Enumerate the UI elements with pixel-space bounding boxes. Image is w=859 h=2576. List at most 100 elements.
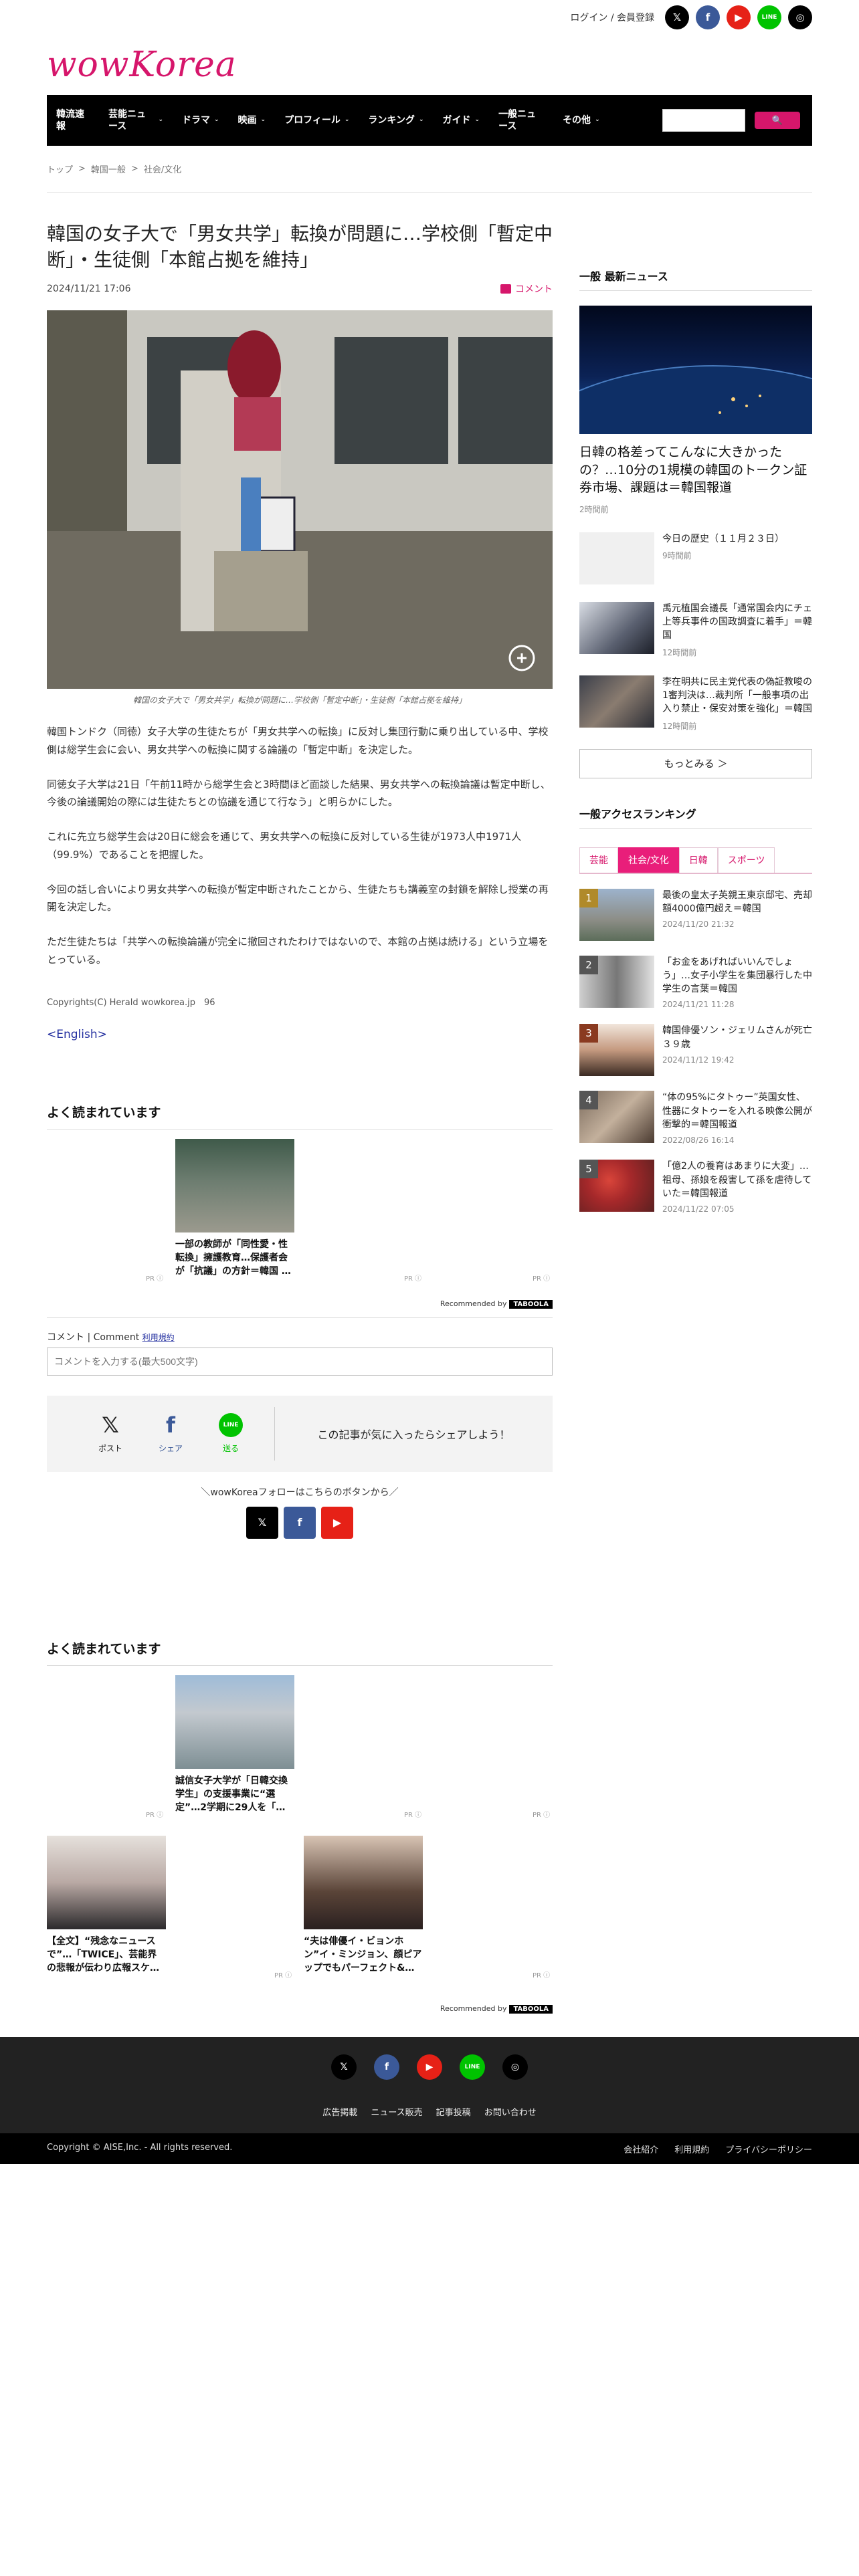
ranking-item[interactable]: 2 「お金をあげればいいんでしょう」…女子小学生を集団暴行した中学生の言葉＝韓国… [579,955,812,1009]
popular-card[interactable]: 【全文】“残念なニュースで”…「TWICE」、芸能界の悲報が伝わり広報スケ… [47,1835,166,1975]
breadcrumb-separator: > [78,164,86,174]
search-button[interactable]: 🔍 [755,112,800,129]
bottom-link-terms[interactable]: 利用規約 [674,2143,709,2155]
bottom-link-privacy[interactable]: プライバシーポリシー [725,2143,812,2155]
ranking-thumbnail: 2 [579,955,654,1008]
comment-icon [500,284,511,294]
popular-section-2: よく読まれています 誠信女子大学が「日韓交換学生」の支援事業に“選定”…2学期に… [47,1639,553,2014]
ranking-item[interactable]: 4 “体の95%にタトゥー”英国女性、性器にタトゥーを入れる映像公開が衝撃的＝韓… [579,1091,812,1145]
youtube-icon[interactable]: ▶ [417,2054,442,2080]
tab-japan-korea[interactable]: 日韓 [678,847,718,873]
nav-item-movie[interactable]: 映画 ⌄ [229,114,276,126]
tab-sports[interactable]: スポーツ [717,847,775,873]
share-x-button[interactable]: 𝕏 ポスト [94,1412,127,1454]
latest-news-item[interactable]: 禹元植国会議長「通常国会内にチェ上等兵事件の国政調査に着手」＝韓国 12時間前 [579,601,812,658]
ranking-item[interactable]: 1 最後の皇太子英親王東京邸宅、売却額4000億円超え＝韓国 2024/11/20… [579,888,812,941]
nav-item-general-news[interactable]: 一般ニュース [489,108,553,132]
latest-hero-image[interactable] [579,306,812,434]
tab-entertainment[interactable]: 芸能 [579,847,618,873]
nav-item-drama[interactable]: ドラマ ⌄ [173,114,229,126]
latest-news-item[interactable]: 今日の歴史（１１月２３日） 9時間前 [579,532,812,584]
comment-input[interactable] [47,1347,553,1376]
chevron-down-icon: ⌄ [344,116,350,124]
pr-label: PR ⓘ [533,1971,551,1979]
comment-section: コメント | Comment 利用規約 [47,1317,553,1376]
popular-card[interactable]: 誠信女子大学が「日韓交換学生」の支援事業に“選定”…2学期に29人を「… [175,1675,294,1815]
rank-number: 1 [579,888,598,907]
earth-night-illustration [579,365,812,434]
ranking-item[interactable]: 5 「億2人の養育はあまりに大変」…祖母、孫娘を殺害して孫を虐待していた＝韓国報… [579,1160,812,1214]
follow-facebook-button[interactable]: f [284,1506,316,1539]
more-button[interactable]: もっとみる ＞ [579,748,812,778]
popular-card[interactable]: 一部の教師が「同性愛・性転換」擁護教育…保護者会が「抗議」の方針＝韓国 … [175,1138,294,1279]
follow-youtube-button[interactable]: ▶ [321,1506,353,1539]
latest-news-heading: 一般 最新ニュース [579,267,812,291]
article-paragraph: 韓国トンドク（同徳）女子大学の生徒たちが「男女共学への転換」に反対し集団行動に乗… [47,726,549,756]
search-input[interactable] [662,109,745,132]
nav-item-ranking[interactable]: ランキング ⌄ [359,114,433,126]
article: 韓国の女子大で「男女共学」転換が問題に…学校側「暫定中断」・生徒側「本館占拠を維… [47,221,553,2014]
line-icon[interactable]: LINE [460,2054,485,2080]
follow-buttons: 𝕏 f ▶ [47,1506,553,1539]
popular-card-thumbnail [175,1138,294,1232]
breadcrumb-general[interactable]: 韓国一般 [91,163,126,175]
popular-card[interactable]: “夫は俳優イ・ビョンホン”イ・ミンジョン、顔ピアップでもパーフェクト&… [304,1835,423,1975]
pr-label: PR ⓘ [146,1275,164,1283]
share-message: この記事が気に入ったらシェアしよう！ [317,1428,510,1441]
facebook-icon[interactable]: f [374,2054,399,2080]
facebook-icon: f [297,1516,302,1529]
top-bar: ログイン / 会員登録 𝕏 f ▶ LINE ◎ [47,0,812,35]
article-copyright: Copyrights(C) Herald wowkorea.jp 96 [47,997,215,1008]
nav-item-entertainment[interactable]: 芸能ニュース ⌄ [99,108,173,132]
article-paragraph: これに先立ち総学生会は20日に総会を通じて、男女共学への転換に反対している生徒が… [47,831,522,861]
footer-link-post[interactable]: 記事投稿 [436,2105,471,2118]
tab-society-culture[interactable]: 社会/文化 [618,847,679,873]
comment-link[interactable]: コメント [500,282,553,296]
x-icon[interactable]: 𝕏 [665,5,689,29]
ranking-tabs: 芸能 社会/文化 日韓 スポーツ [579,847,812,874]
instagram-icon[interactable]: ◎ [502,2054,528,2080]
article-body: 韓国トンドク（同徳）女子大学の生徒たちが「男女共学への転換」に反対し集団行動に乗… [47,723,553,968]
instagram-icon[interactable]: ◎ [788,5,812,29]
pr-label: PR ⓘ [533,1275,551,1283]
footer-link-news-sales[interactable]: ニュース販売 [371,2105,422,2118]
x-icon[interactable]: 𝕏 [331,2054,357,2080]
share-box: 𝕏 ポスト f シェア LINE 送る この記事が気に入ったらシェアしよう！ [47,1395,553,1472]
bottom-link-company[interactable]: 会社紹介 [624,2143,658,2155]
footer-link-ads[interactable]: 広告掲載 [322,2105,357,2118]
ranking-item[interactable]: 3 韓国俳優ソン・ジェリムさんが死亡 ３９歳 2024/11/12 19:42 [579,1024,822,1077]
latest-hero-time: 2時間前 [579,504,609,514]
popular-heading: よく読まれています [47,1639,553,1666]
article-title: 韓国の女子大で「男女共学」転換が問題に…学校側「暫定中断」・生徒側「本館占拠を維… [47,223,553,272]
nav-search: 🔍 [662,109,812,132]
ranking-thumbnail: 1 [579,888,654,941]
footer-link-contact[interactable]: お問い合わせ [484,2105,537,2118]
taboola-logo: TABOOLA [509,1299,553,1309]
latest-hero-title[interactable]: 日韓の格差ってこんなに大きかったの？…10分の1規模の韓国のトークン証券市場、課… [579,443,812,497]
share-line-button[interactable]: LINE 送る [214,1413,248,1454]
popular-card-thumbnail [175,1675,294,1769]
copyright-text: Copyright © AISE,Inc. - All rights reser… [47,2142,233,2153]
nav-item-other[interactable]: その他 ⌄ [553,114,609,126]
rank-number: 5 [579,1160,598,1179]
english-link[interactable]: <English> [47,1028,553,1041]
sidebar: 一般 最新ニュース 日韓の格差ってこんなに大きかったの？…10分の1規模の韓国の… [579,221,822,2013]
breadcrumb-top[interactable]: トップ [47,163,73,175]
follow-x-button[interactable]: 𝕏 [246,1506,278,1539]
facebook-icon[interactable]: f [696,5,720,29]
site-logo[interactable]: wowKorea [47,35,812,95]
youtube-icon[interactable]: ▶ [727,5,751,29]
line-icon[interactable]: LINE [757,5,781,29]
login-register-link[interactable]: ログイン / 会員登録 [570,11,654,24]
nav-item-profile[interactable]: プロフィール ⌄ [275,114,359,126]
pr-label: PR ⓘ [146,1811,164,1819]
article-date: 2024/11/21 17:06 [47,284,131,295]
nav-item-hanryu[interactable]: 韓流速報 [47,108,99,132]
follow-text: ＼wowKoreaフォローはこちらのボタンから／ [201,1487,399,1498]
article-paragraph: 今回の話し合いにより男女共学への転換が暫定中断されたことから、生徒たちも講義室の… [47,883,549,914]
share-facebook-button[interactable]: f シェア [154,1412,187,1454]
latest-news-item[interactable]: 李在明共に民主党代表の偽証教唆の1審判決は…裁判所「一般事項の出入り禁止・保安対… [579,675,812,732]
nav-item-guide[interactable]: ガイド ⌄ [434,114,490,126]
popular-card-thumbnail [304,1835,423,1929]
comment-rules-link[interactable]: 利用規約 [142,1333,175,1342]
